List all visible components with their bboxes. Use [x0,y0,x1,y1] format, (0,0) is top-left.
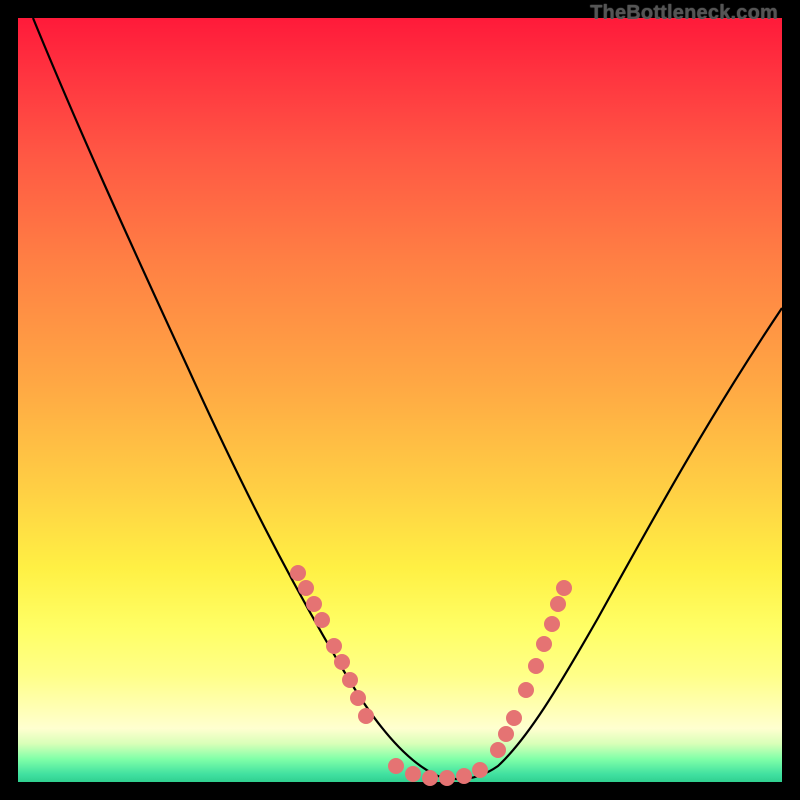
data-point [306,596,322,612]
chart-frame: TheBottleneck.com [0,0,800,800]
data-point [490,742,506,758]
data-point [405,766,421,782]
data-point [556,580,572,596]
data-point [544,616,560,632]
data-point [350,690,366,706]
data-point [536,636,552,652]
data-point [439,770,455,786]
data-point [472,762,488,778]
data-point [298,580,314,596]
watermark-text: TheBottleneck.com [590,2,778,25]
data-point [550,596,566,612]
bottleneck-curve [33,18,782,779]
data-point [498,726,514,742]
data-point [290,565,306,581]
data-point [342,672,358,688]
data-point [506,710,522,726]
data-point [422,770,438,786]
data-point [388,758,404,774]
data-point [518,682,534,698]
data-point [456,768,472,784]
data-point [334,654,350,670]
data-point [528,658,544,674]
data-point [314,612,330,628]
chart-svg [18,18,782,782]
data-point [326,638,342,654]
chart-plot-area [18,18,782,782]
data-point [358,708,374,724]
